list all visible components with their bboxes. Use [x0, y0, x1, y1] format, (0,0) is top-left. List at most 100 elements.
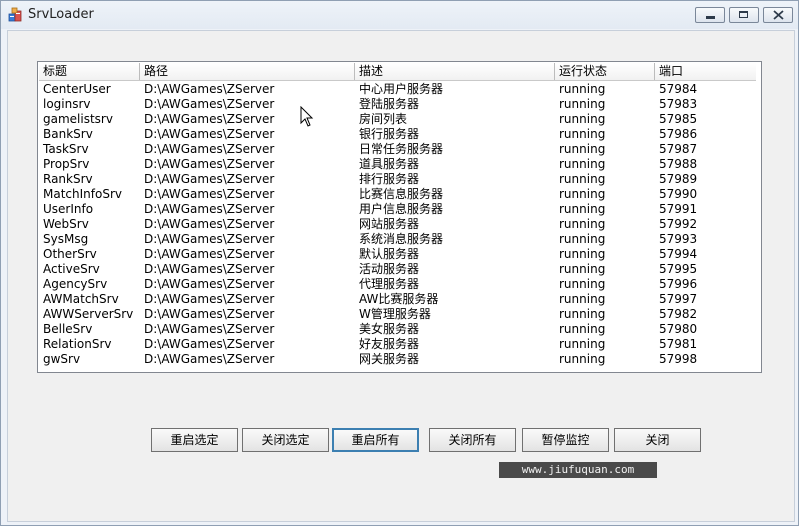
server-list[interactable]: 标题 路径 描述 运行状态 端口 CenterUser D:\AWGames\ZS…: [37, 61, 762, 373]
row-status: running: [559, 232, 606, 246]
row-port: 57982: [659, 307, 698, 321]
row-title: gamelistsrv: [43, 112, 113, 126]
row-port: 57986: [659, 127, 698, 141]
row-title: CenterUser: [43, 82, 111, 96]
row-description: 中心用户服务器: [359, 82, 444, 96]
column-header-path[interactable]: 路径: [140, 63, 355, 80]
close-selected-button[interactable]: 关闭选定: [242, 428, 329, 452]
row-status: running: [559, 187, 606, 201]
close-all-button[interactable]: 关闭所有: [429, 428, 516, 452]
app-window: SrvLoader 标题 路径 描述 运行状态 端口 CenterUser D:\…: [0, 0, 799, 526]
window-title: SrvLoader: [28, 7, 94, 22]
row-status: running: [559, 337, 606, 351]
watermark: www.jiufuquan.com: [499, 462, 657, 478]
table-row[interactable]: UserInfo D:\AWGames\ZServer 用户信息服务器 running…: [39, 202, 756, 217]
minimize-icon: [706, 16, 715, 19]
maximize-button[interactable]: [729, 7, 759, 23]
column-header-status[interactable]: 运行状态: [555, 63, 655, 80]
table-row[interactable]: gamelistsrv D:\AWGames\ZServer 房间列表 running…: [39, 112, 756, 127]
row-status: running: [559, 157, 606, 171]
row-title: ActiveSrv: [43, 262, 100, 276]
client-area: 标题 路径 描述 运行状态 端口 CenterUser D:\AWGames\ZS…: [7, 30, 795, 522]
row-path: D:\AWGames\ZServer: [144, 307, 275, 321]
row-path: D:\AWGames\ZServer: [144, 157, 275, 171]
table-row[interactable]: AgencySrv D:\AWGames\ZServer 代理服务器 running 5…: [39, 277, 756, 292]
column-header-description[interactable]: 描述: [355, 63, 555, 80]
table-row[interactable]: RankSrv D:\AWGames\ZServer 排行服务器 running 579…: [39, 172, 756, 187]
column-header-port[interactable]: 端口: [655, 63, 756, 80]
table-row[interactable]: BankSrv D:\AWGames\ZServer 银行服务器 running 579…: [39, 127, 756, 142]
row-path: D:\AWGames\ZServer: [144, 337, 275, 351]
close-window-button[interactable]: [763, 7, 793, 23]
row-title: BankSrv: [43, 127, 93, 141]
row-title: TaskSrv: [43, 142, 89, 156]
table-row[interactable]: AWWServerSrv D:\AWGames\ZServer W管理服务器 runn…: [39, 307, 756, 322]
restart-all-button[interactable]: 重启所有: [332, 428, 419, 452]
row-path: D:\AWGames\ZServer: [144, 97, 275, 111]
table-row[interactable]: RelationSrv D:\AWGames\ZServer 好友服务器 runnin…: [39, 337, 756, 352]
row-path: D:\AWGames\ZServer: [144, 127, 275, 141]
row-description: 活动服务器: [359, 262, 420, 276]
row-status: running: [559, 112, 606, 126]
table-row[interactable]: PropSrv D:\AWGames\ZServer 道具服务器 running 579…: [39, 157, 756, 172]
row-title: AgencySrv: [43, 277, 108, 291]
row-status: running: [559, 172, 606, 186]
row-description: W管理服务器: [359, 307, 431, 321]
row-path: D:\AWGames\ZServer: [144, 187, 275, 201]
table-row[interactable]: AWMatchSrv D:\AWGames\ZServer AW比赛服务器 runni…: [39, 292, 756, 307]
row-description: 代理服务器: [359, 277, 420, 291]
row-status: running: [559, 352, 606, 366]
row-port: 57992: [659, 217, 698, 231]
table-row[interactable]: loginsrv D:\AWGames\ZServer 登陆服务器 running 57…: [39, 97, 756, 112]
row-title: UserInfo: [43, 202, 94, 216]
row-port: 57997: [659, 292, 698, 306]
row-description: 好友服务器: [359, 337, 420, 351]
row-status: running: [559, 277, 606, 291]
row-status: running: [559, 127, 606, 141]
row-path: D:\AWGames\ZServer: [144, 277, 275, 291]
table-row[interactable]: CenterUser D:\AWGames\ZServer 中心用户服务器 runni…: [39, 82, 756, 97]
row-title: loginsrv: [43, 97, 91, 111]
row-description: 网关服务器: [359, 352, 420, 366]
restart-selected-button[interactable]: 重启选定: [151, 428, 238, 452]
close-button[interactable]: 关闭: [614, 428, 701, 452]
list-rows: CenterUser D:\AWGames\ZServer 中心用户服务器 runni…: [39, 82, 756, 367]
row-title: AWMatchSrv: [43, 292, 119, 306]
list-header: 标题 路径 描述 运行状态 端口: [39, 63, 756, 81]
row-title: gwSrv: [43, 352, 81, 366]
column-header-title[interactable]: 标题: [39, 63, 140, 80]
row-description: 默认服务器: [359, 247, 420, 261]
table-row[interactable]: ActiveSrv D:\AWGames\ZServer 活动服务器 running 5…: [39, 262, 756, 277]
row-description: 网站服务器: [359, 217, 420, 231]
row-path: D:\AWGames\ZServer: [144, 232, 275, 246]
title-bar[interactable]: SrvLoader: [1, 1, 798, 29]
minimize-button[interactable]: [695, 7, 725, 23]
row-title: SysMsg: [43, 232, 89, 246]
row-port: 57985: [659, 112, 698, 126]
row-description: 美女服务器: [359, 322, 420, 336]
row-status: running: [559, 307, 606, 321]
table-row[interactable]: MatchInfoSrv D:\AWGames\ZServer 比赛信息服务器 run…: [39, 187, 756, 202]
table-row[interactable]: gwSrv D:\AWGames\ZServer 网关服务器 running 57998: [39, 352, 756, 367]
row-title: BelleSrv: [43, 322, 93, 336]
row-path: D:\AWGames\ZServer: [144, 352, 275, 366]
row-status: running: [559, 97, 606, 111]
row-path: D:\AWGames\ZServer: [144, 247, 275, 261]
row-port: 57998: [659, 352, 698, 366]
table-row[interactable]: BelleSrv D:\AWGames\ZServer 美女服务器 running 57…: [39, 322, 756, 337]
table-row[interactable]: OtherSrv D:\AWGames\ZServer 默认服务器 running 57…: [39, 247, 756, 262]
row-title: AWWServerSrv: [43, 307, 134, 321]
row-description: AW比赛服务器: [359, 292, 439, 306]
row-title: WebSrv: [43, 217, 89, 231]
row-port: 57996: [659, 277, 698, 291]
row-title: PropSrv: [43, 157, 90, 171]
row-port: 57995: [659, 262, 698, 276]
pause-monitor-button[interactable]: 暂停监控: [522, 428, 609, 452]
table-row[interactable]: TaskSrv D:\AWGames\ZServer 日常任务服务器 running 5…: [39, 142, 756, 157]
row-port: 57981: [659, 337, 698, 351]
table-row[interactable]: SysMsg D:\AWGames\ZServer 系统消息服务器 running 57…: [39, 232, 756, 247]
row-title: RankSrv: [43, 172, 93, 186]
table-row[interactable]: WebSrv D:\AWGames\ZServer 网站服务器 running 5799…: [39, 217, 756, 232]
row-port: 57988: [659, 157, 698, 171]
row-status: running: [559, 82, 606, 96]
